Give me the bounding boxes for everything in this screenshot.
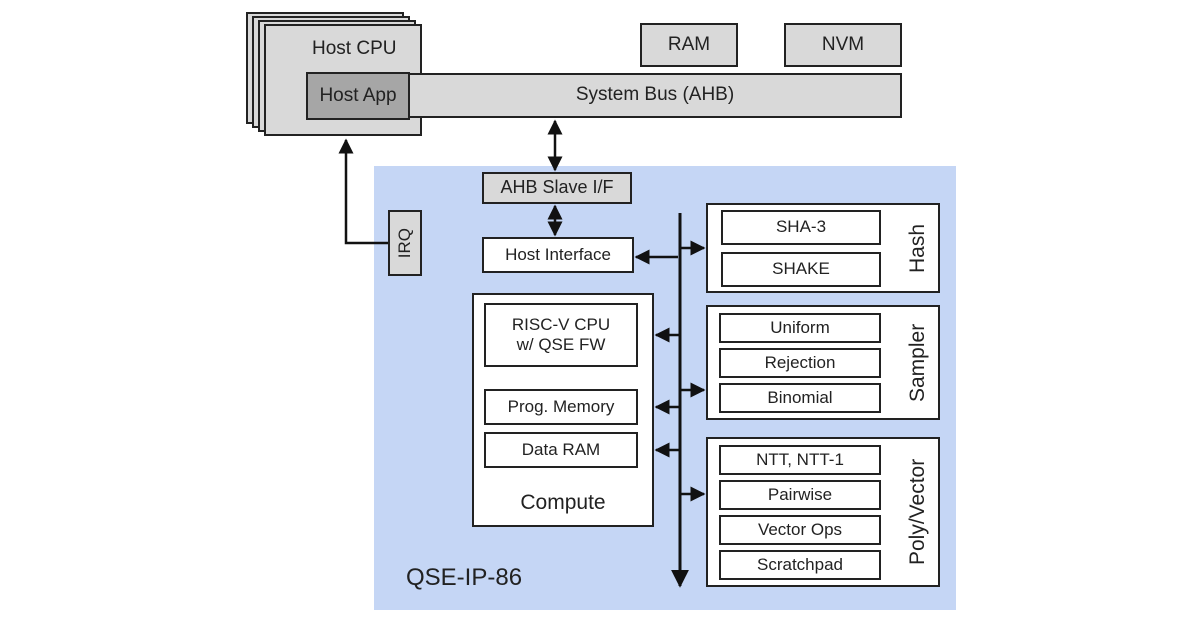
irq-wire	[338, 138, 388, 245]
connection-wires	[338, 119, 706, 588]
